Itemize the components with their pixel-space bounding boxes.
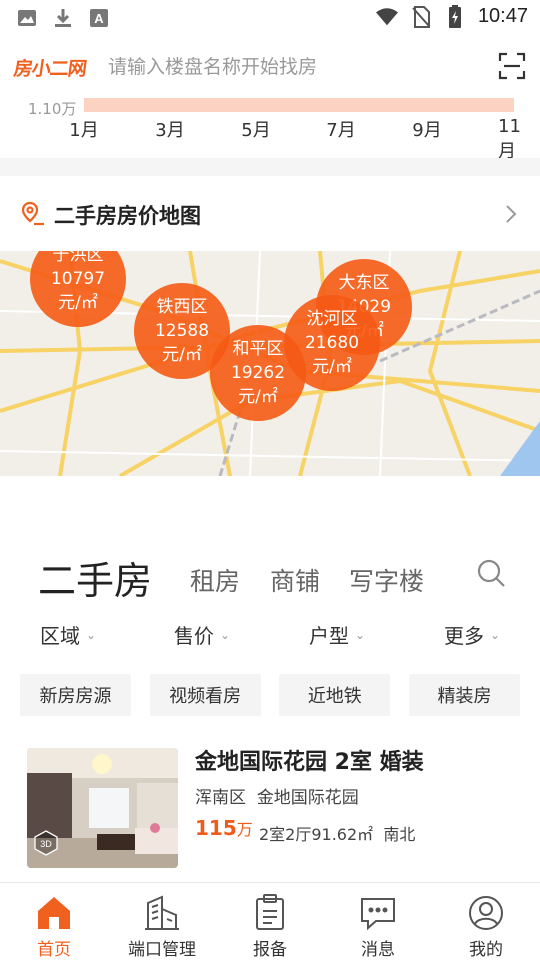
district-price: 12588 <box>154 321 210 341</box>
battery-charging-icon <box>444 4 466 28</box>
listing-tabs: 二手房 租房 商铺 写字楼 <box>0 540 540 610</box>
search-icon[interactable] <box>476 558 506 588</box>
price-unit: 元/㎡ <box>162 345 202 365</box>
chip-renovated[interactable]: 精装房 <box>408 674 520 716</box>
3d-tour-icon[interactable]: 3D <box>33 830 59 860</box>
chevron-right-icon[interactable] <box>504 204 518 224</box>
tab-offices[interactable]: 写字楼 <box>349 562 424 598</box>
price-value: 115 <box>195 816 237 840</box>
nav-label: 消息 <box>361 940 395 960</box>
nav-label: 我的 <box>469 940 503 960</box>
price-unit: 元/㎡ <box>312 357 352 377</box>
nav-home[interactable]: 首页 <box>0 883 108 960</box>
status-time: 10:47 <box>477 5 528 27</box>
x-tick-label: 7月 <box>326 120 356 141</box>
nav-messages[interactable]: 消息 <box>324 883 432 960</box>
wifi-icon <box>375 6 398 28</box>
nav-label: 首页 <box>37 940 71 960</box>
chevron-down-icon: ⌄ <box>220 627 231 642</box>
report-icon <box>250 893 290 933</box>
listing-location: 浑南区 金地国际花园 <box>195 783 359 808</box>
price-trend-chart: 1.10万 1月 3月 5月 7月 9月 11月 <box>0 98 540 162</box>
trend-area <box>84 98 514 112</box>
x-tick-label: 3月 <box>155 120 185 141</box>
x-tick-label: 5月 <box>241 120 271 141</box>
chip-near-metro[interactable]: 近地铁 <box>279 674 391 716</box>
listing-community: 金地国际花园 <box>256 788 359 808</box>
listing-card[interactable]: 3D 金地国际花园 2室 婚装 浑南区 金地国际花园 115万 2室2厅91.6… <box>0 738 540 880</box>
tag-chips: 新房房源 视频看房 近地铁 精装房 <box>20 674 520 716</box>
x-tick-label: 9月 <box>412 120 442 141</box>
nav-report[interactable]: 报备 <box>216 883 324 960</box>
x-tick-label: 1月 <box>69 120 99 141</box>
image-icon <box>16 7 38 29</box>
filter-bar: 区域 ⌄ 售价 ⌄ 户型 ⌄ 更多 ⌄ <box>0 612 540 656</box>
no-sim-icon <box>410 5 432 28</box>
message-icon <box>358 893 398 933</box>
listing-layout: 2室2厅91.62㎡ <box>259 825 374 844</box>
text-icon: A <box>88 7 110 29</box>
chevron-down-icon: ⌄ <box>490 627 501 642</box>
chevron-down-icon: ⌄ <box>86 627 97 642</box>
filter-area[interactable]: 区域 ⌄ <box>40 620 96 649</box>
price-map[interactable]: 于洪区 10797 元/㎡ 铁西区 12588 元/㎡ 大东区 14029 元/… <box>0 251 540 476</box>
svg-text:A: A <box>94 11 104 26</box>
search-input[interactable] <box>108 44 478 90</box>
buildings-icon <box>142 893 182 933</box>
filter-layout[interactable]: 户型 ⌄ <box>309 620 365 649</box>
filter-label: 售价 <box>174 624 214 648</box>
price-unit: 元/㎡ <box>58 293 98 313</box>
x-axis: 1月 3月 5月 7月 9月 11月 <box>0 116 540 162</box>
chip-new-listings[interactable]: 新房房源 <box>20 674 131 716</box>
section-title: 二手房房价地图 <box>54 204 201 228</box>
download-icon <box>52 7 74 29</box>
nav-label: 端口管理 <box>128 940 196 960</box>
district-price: 21680 <box>304 333 360 353</box>
nav-label: 报备 <box>253 940 287 960</box>
district-name: 铁西区 <box>156 297 208 317</box>
listing-photo[interactable]: 3D <box>27 748 178 868</box>
price-map-header[interactable]: 二手房房价地图 <box>0 176 540 251</box>
district-name: 于洪区 <box>52 251 104 265</box>
tab-second-hand[interactable]: 二手房 <box>38 550 152 605</box>
search-header: 房小二网 <box>0 36 540 98</box>
listing-title: 金地国际花园 2室 婚装 <box>195 750 424 775</box>
district-name: 沈河区 <box>306 309 358 329</box>
profile-icon <box>466 893 506 933</box>
3d-badge-label: 3D <box>40 839 52 849</box>
listing-meta: 2室2厅91.62㎡ 南北 <box>259 821 415 845</box>
nav-port-management[interactable]: 端口管理 <box>108 883 216 960</box>
filter-price[interactable]: 售价 ⌄ <box>174 620 230 649</box>
filter-more[interactable]: 更多 ⌄ <box>444 620 500 649</box>
chip-video-tour[interactable]: 视频看房 <box>149 674 261 716</box>
nav-profile[interactable]: 我的 <box>432 883 540 960</box>
price-unit: 万 <box>236 820 253 839</box>
section-divider <box>0 158 540 176</box>
listing-price: 115万 <box>195 816 253 840</box>
filter-label: 户型 <box>309 624 349 648</box>
x-tick-label: 11月 <box>498 116 521 162</box>
app-logo: 房小二网 <box>12 58 88 80</box>
map-pin-icon <box>20 201 46 227</box>
filter-label: 区域 <box>40 624 80 648</box>
filter-label: 更多 <box>444 624 484 648</box>
chevron-down-icon: ⌄ <box>355 627 366 642</box>
status-bar: A 10:47 <box>0 0 540 36</box>
district-price: 10797 <box>50 269 106 289</box>
tab-shops[interactable]: 商铺 <box>270 562 320 598</box>
bottom-nav: 首页 端口管理 报备 消息 我的 <box>0 882 540 960</box>
price-unit: 元/㎡ <box>238 387 278 407</box>
scan-icon[interactable] <box>498 52 526 80</box>
home-icon <box>34 893 74 933</box>
district-price: 19262 <box>230 363 286 383</box>
listing-orientation: 南北 <box>383 825 416 844</box>
listing-district: 浑南区 <box>195 788 246 808</box>
district-name: 和平区 <box>232 339 284 359</box>
district-name: 大东区 <box>338 273 390 293</box>
spacer <box>0 476 540 532</box>
tab-rent[interactable]: 租房 <box>190 562 240 598</box>
district-bubble[interactable]: 沈河区 21680 元/㎡ <box>284 295 380 391</box>
